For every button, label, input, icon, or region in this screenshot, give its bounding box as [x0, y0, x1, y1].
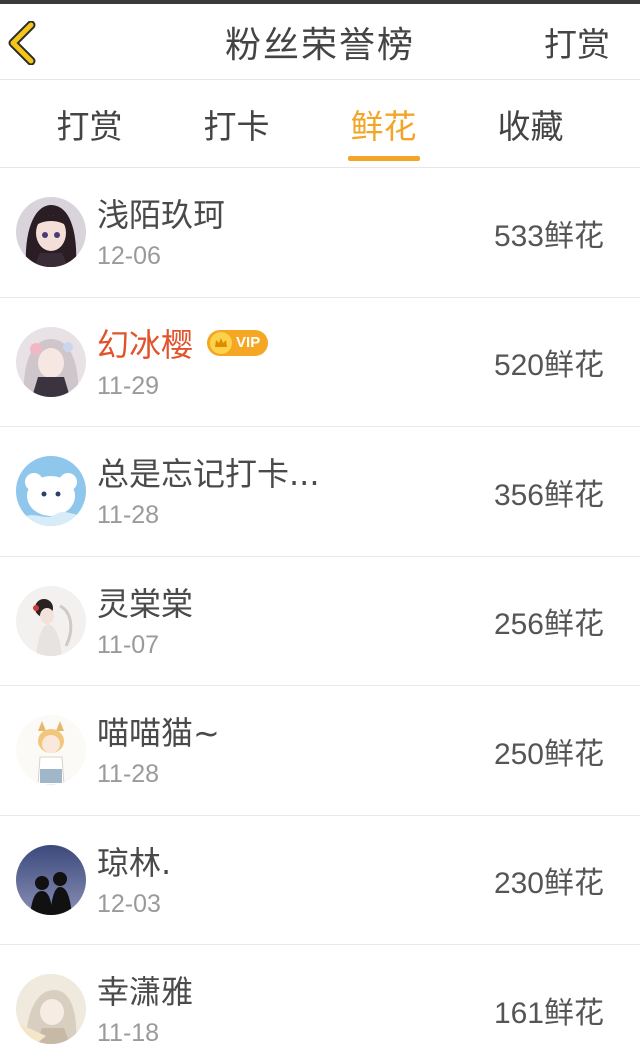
- app-header: 粉丝荣誉榜 打赏: [0, 4, 640, 80]
- fan-name: 总是忘记打卡...: [97, 449, 320, 495]
- tab-bar: 打赏 打卡 鲜花 收藏: [0, 80, 640, 168]
- avatar-image: [16, 974, 86, 1044]
- flower-count: 230鲜花: [493, 867, 604, 900]
- fan-date: 11-28: [97, 501, 160, 529]
- list-item[interactable]: 幻冰樱 VIP 11-29 520鲜花: [0, 298, 640, 427]
- fan-date: 11-29: [97, 371, 160, 400]
- fan-name-text: 幻冰樱: [97, 325, 194, 364]
- fan-name-text: 喵喵猫~: [97, 714, 220, 752]
- avatar[interactable]: [16, 585, 86, 656]
- fan-ranking-list: 浅陌玖珂 12-06 533鲜花 幻冰樱 VIP 11-29 520鲜花 总是忘…: [0, 168, 640, 1061]
- flower-count: 161鲜花: [493, 996, 604, 1030]
- fan-name: 琼林.: [97, 838, 171, 884]
- fan-name: 灵棠棠: [97, 579, 193, 625]
- fan-date: 11-28: [97, 760, 160, 788]
- vip-label: VIP: [236, 334, 261, 351]
- avatar[interactable]: [16, 844, 86, 915]
- avatar-image: [16, 715, 86, 785]
- avatar[interactable]: [16, 326, 86, 397]
- tab-reward[interactable]: 打赏: [16, 80, 163, 167]
- avatar[interactable]: [16, 974, 86, 1044]
- list-item[interactable]: 喵喵猫~ 11-28 250鲜花: [0, 686, 640, 816]
- fan-date: 12-06: [97, 242, 161, 270]
- flower-count: 520鲜花: [493, 349, 604, 382]
- flower-count: 533鲜花: [493, 219, 604, 253]
- vip-badge: VIP: [207, 329, 269, 356]
- avatar-image: [16, 585, 86, 656]
- list-item[interactable]: 幸潇雅 11-18 161鲜花: [0, 945, 640, 1061]
- avatar-image: [16, 326, 86, 397]
- list-item[interactable]: 总是忘记打卡... 11-28 356鲜花: [0, 427, 640, 557]
- fan-name-text: 总是忘记打卡...: [97, 455, 320, 493]
- fan-name: 幸潇雅: [97, 967, 193, 1013]
- fan-name-text: 幸潇雅: [97, 973, 194, 1011]
- avatar-image: [16, 456, 86, 526]
- avatar-image: [16, 844, 86, 915]
- fan-name: 幻冰樱 VIP: [97, 320, 269, 366]
- fan-date: 11-07: [97, 630, 160, 659]
- flower-count: 250鲜花: [493, 737, 604, 771]
- fan-date: 12-03: [97, 889, 161, 918]
- list-item[interactable]: 灵棠棠 11-07 256鲜花: [0, 557, 640, 686]
- fan-name-text: 琼林.: [97, 843, 172, 882]
- avatar-image: [16, 197, 86, 267]
- avatar[interactable]: [16, 715, 86, 785]
- flower-count: 256鲜花: [493, 608, 604, 641]
- crown-icon: [210, 331, 233, 354]
- fan-date: 11-18: [97, 1019, 160, 1047]
- list-item[interactable]: 浅陌玖珂 12-06 533鲜花: [0, 168, 640, 298]
- list-item[interactable]: 琼林. 12-03 230鲜花: [0, 816, 640, 945]
- fan-name-text: 灵棠棠: [97, 584, 194, 623]
- flower-count: 356鲜花: [493, 478, 604, 512]
- avatar[interactable]: [16, 197, 86, 267]
- tab-flowers[interactable]: 鲜花: [310, 80, 457, 167]
- avatar[interactable]: [16, 456, 86, 526]
- fan-name: 浅陌玖珂: [97, 190, 225, 236]
- reward-button[interactable]: 打赏: [544, 4, 610, 80]
- tab-favorites[interactable]: 收藏: [457, 80, 604, 167]
- tab-checkin[interactable]: 打卡: [163, 80, 310, 167]
- fan-name: 喵喵猫~: [97, 708, 220, 754]
- fan-name-text: 浅陌玖珂: [97, 196, 226, 234]
